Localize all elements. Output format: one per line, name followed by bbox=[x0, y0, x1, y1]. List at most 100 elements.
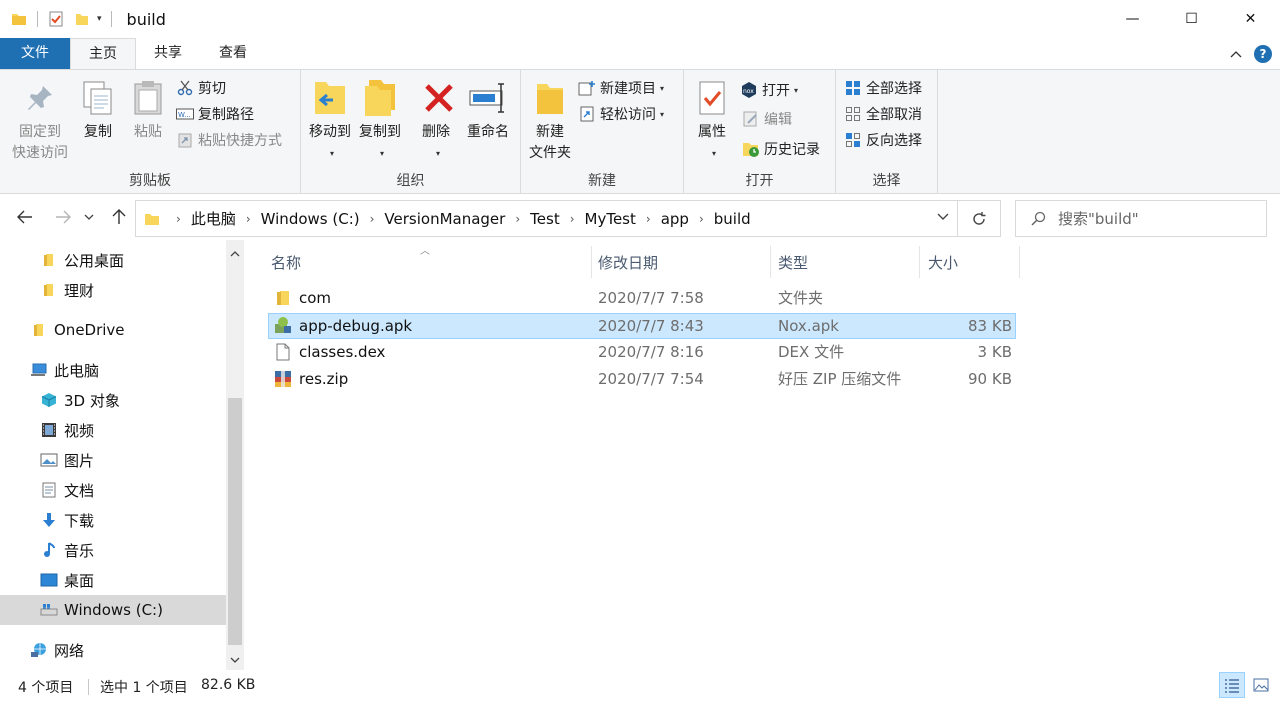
tab-home[interactable]: 主页 bbox=[70, 38, 136, 70]
help-icon[interactable]: ? bbox=[1254, 45, 1272, 63]
recent-locations-button[interactable] bbox=[82, 206, 96, 228]
new-folder-button[interactable]: 新建 文件夹 bbox=[526, 76, 574, 164]
nav-item-pictures[interactable]: 图片 bbox=[0, 445, 226, 475]
breadcrumb-this-pc[interactable]: 此电脑 › bbox=[191, 208, 261, 229]
search-input[interactable]: 搜索"build" bbox=[1015, 200, 1267, 237]
copy-button[interactable]: 复制 bbox=[78, 76, 118, 143]
details-view-button[interactable] bbox=[1219, 672, 1245, 698]
status-bar: 4 个项目 选中 1 个项目 82.6 KB bbox=[0, 672, 1280, 701]
collapse-ribbon-icon[interactable] bbox=[1230, 46, 1242, 62]
zip-icon bbox=[274, 370, 292, 388]
rename-label: 重命名 bbox=[467, 124, 509, 140]
nav-item-windows-c[interactable]: Windows (C:) bbox=[0, 595, 226, 625]
maximize-button[interactable]: ☐ bbox=[1162, 0, 1221, 38]
scroll-up-arrow[interactable] bbox=[226, 246, 244, 264]
column-header-size[interactable]: 大小 bbox=[928, 240, 1018, 284]
easy-access-button[interactable]: 轻松访问 ▾ bbox=[578, 102, 664, 126]
properties-button[interactable]: 属性 ▾ bbox=[692, 76, 732, 164]
new-item-label: 新建项目 bbox=[600, 81, 656, 97]
table-row[interactable]: app-debug.apk 2020/7/7 8:43 Nox.apk 83 K… bbox=[268, 313, 1016, 339]
column-divider[interactable] bbox=[919, 246, 920, 278]
invert-selection-button[interactable]: 反向选择 bbox=[844, 128, 922, 152]
breadcrumb-test[interactable]: Test › bbox=[530, 210, 584, 228]
cut-button[interactable]: 剪切 bbox=[176, 76, 226, 100]
refresh-button[interactable] bbox=[958, 200, 1001, 237]
chevron-right-icon[interactable]: › bbox=[646, 212, 651, 226]
minimize-button[interactable]: — bbox=[1103, 0, 1162, 38]
chevron-right-icon[interactable]: › bbox=[176, 212, 181, 226]
column-label: 修改日期 bbox=[598, 253, 659, 272]
pin-quick-access-button[interactable]: 固定到 快速访问 bbox=[8, 76, 72, 164]
apk-icon bbox=[274, 316, 292, 334]
back-button[interactable] bbox=[14, 206, 36, 228]
edit-button[interactable]: 编辑 bbox=[742, 107, 792, 131]
chevron-right-icon[interactable]: › bbox=[515, 212, 520, 226]
properties-icon[interactable] bbox=[47, 10, 65, 28]
tab-share[interactable]: 共享 bbox=[136, 38, 200, 69]
up-button[interactable] bbox=[108, 206, 130, 228]
breadcrumb-windows-c[interactable]: Windows (C:) › bbox=[261, 210, 385, 228]
table-row[interactable]: res.zip 2020/7/7 7:54 好压 ZIP 压缩文件 90 KB bbox=[268, 367, 1016, 393]
column-divider[interactable] bbox=[770, 246, 771, 278]
file-name: com bbox=[299, 289, 332, 307]
large-icons-view-button[interactable] bbox=[1248, 672, 1274, 698]
delete-button[interactable]: 删除 ▾ bbox=[419, 76, 453, 164]
tab-view[interactable]: 查看 bbox=[200, 38, 266, 69]
nav-item-videos[interactable]: 视频 bbox=[0, 415, 226, 445]
move-to-button[interactable]: 移动到 ▾ bbox=[306, 76, 354, 164]
nav-item-downloads[interactable]: 下载 bbox=[0, 505, 226, 535]
chevron-right-icon[interactable]: › bbox=[246, 212, 251, 226]
copy-to-button[interactable]: 复制到 ▾ bbox=[356, 76, 404, 164]
nav-item-this-pc[interactable]: 此电脑 bbox=[0, 355, 226, 385]
select-all-label: 全部选择 bbox=[866, 81, 922, 97]
nav-item-3d-objects[interactable]: 3D 对象 bbox=[0, 385, 226, 415]
nav-item-finance[interactable]: 理财 bbox=[0, 275, 226, 305]
properties-label: 属性 bbox=[698, 124, 726, 140]
nav-item-network[interactable]: 网络 bbox=[0, 635, 226, 665]
nav-scrollbar[interactable] bbox=[226, 240, 244, 670]
select-none-button[interactable]: 全部取消 bbox=[844, 102, 922, 126]
chevron-right-icon[interactable]: › bbox=[699, 212, 704, 226]
open-button[interactable]: nox 打开 ▾ bbox=[740, 78, 798, 102]
chevron-right-icon[interactable]: › bbox=[370, 212, 375, 226]
scroll-down-arrow[interactable] bbox=[226, 652, 244, 670]
new-item-button[interactable]: 新建项目 ▾ bbox=[578, 76, 664, 100]
close-button[interactable]: ✕ bbox=[1221, 0, 1280, 38]
column-header-modified[interactable]: 修改日期 bbox=[598, 240, 768, 284]
address-bar[interactable]: › 此电脑 › Windows (C:) › VersionManager › Tes… bbox=[135, 200, 958, 237]
nav-item-documents[interactable]: 文档 bbox=[0, 475, 226, 505]
tab-file[interactable]: 文件 bbox=[0, 38, 70, 69]
history-button[interactable]: 历史记录 bbox=[742, 137, 820, 161]
nav-item-onedrive[interactable]: OneDrive bbox=[0, 315, 226, 345]
arrow-left-icon bbox=[17, 210, 32, 224]
file-type: 好压 ZIP 压缩文件 bbox=[778, 370, 902, 388]
item-count: 4 个项目 bbox=[18, 680, 74, 696]
paste-shortcut-button[interactable]: 粘贴快捷方式 bbox=[176, 128, 282, 152]
scrollbar-thumb[interactable] bbox=[228, 398, 242, 645]
forward-button[interactable] bbox=[52, 206, 74, 228]
table-row[interactable]: com 2020/7/7 7:58 文件夹 bbox=[268, 286, 1016, 312]
table-row[interactable]: classes.dex 2020/7/7 8:16 DEX 文件 3 KB bbox=[268, 340, 1016, 366]
paste-button[interactable]: 粘贴 bbox=[128, 76, 168, 143]
breadcrumb-versionmanager[interactable]: VersionManager › bbox=[384, 210, 530, 228]
column-header-name[interactable]: 名称 bbox=[271, 240, 591, 284]
rename-button[interactable]: 重命名 bbox=[463, 76, 513, 143]
nav-item-desktop[interactable]: 桌面 bbox=[0, 565, 226, 595]
chevron-right-icon[interactable]: › bbox=[570, 212, 575, 226]
select-all-button[interactable]: 全部选择 bbox=[844, 76, 922, 100]
column-divider[interactable] bbox=[591, 246, 592, 278]
nav-item-music[interactable]: 音乐 bbox=[0, 535, 226, 565]
nav-item-public-desktop[interactable]: 公用桌面 bbox=[0, 245, 226, 275]
column-divider[interactable] bbox=[1019, 246, 1020, 278]
breadcrumb-build[interactable]: build bbox=[714, 210, 751, 228]
customize-dropdown[interactable]: ▾ bbox=[97, 14, 102, 24]
address-history-dropdown[interactable] bbox=[937, 210, 949, 224]
new-folder-icon[interactable] bbox=[73, 10, 91, 28]
breadcrumb-app[interactable]: app › bbox=[661, 210, 714, 228]
column-header-type[interactable]: 类型 bbox=[778, 240, 918, 284]
ribbon: 固定到 快速访问 复制 粘贴 剪切 W... 复制路径 粘贴快捷方式 剪贴板 移… bbox=[0, 69, 1280, 194]
arrow-up-icon bbox=[112, 209, 126, 224]
copy-path-button[interactable]: W... 复制路径 bbox=[176, 102, 254, 126]
breadcrumb-mytest[interactable]: MyTest › bbox=[585, 210, 661, 228]
details-view-icon bbox=[1225, 679, 1239, 693]
